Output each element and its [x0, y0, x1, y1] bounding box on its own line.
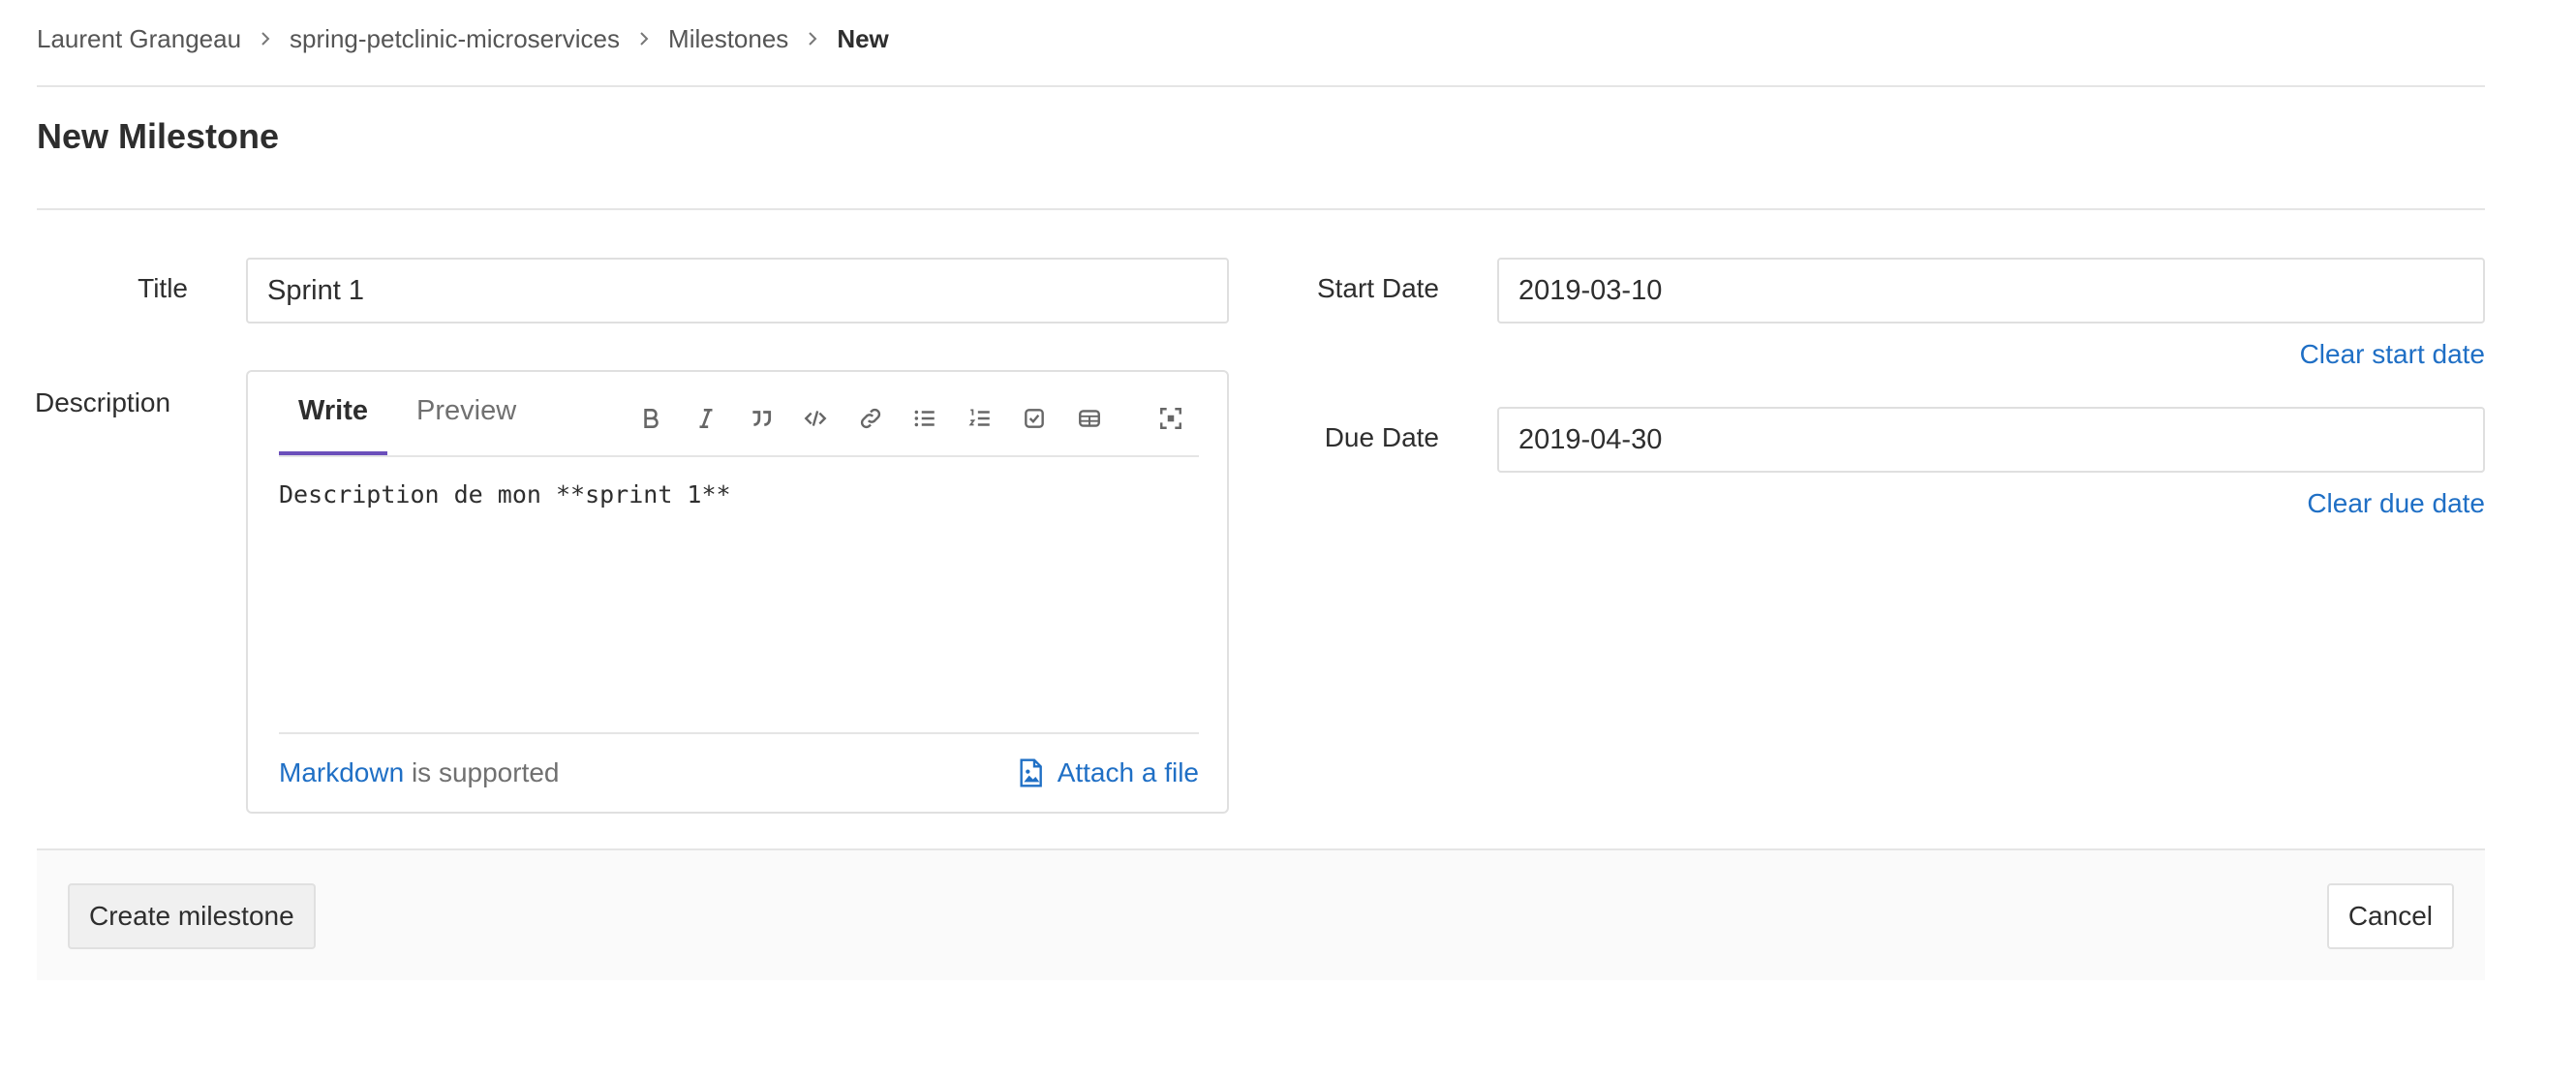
form-actions: Create milestone Cancel — [37, 848, 2485, 980]
code-icon[interactable] — [798, 401, 833, 436]
italic-icon[interactable] — [689, 401, 723, 436]
fullscreen-icon[interactable] — [1153, 401, 1188, 436]
attach-file-button[interactable]: Attach a file — [1015, 757, 1199, 788]
header-divider — [37, 85, 2485, 87]
chevron-right-icon — [637, 30, 651, 47]
tab-write[interactable]: Write — [279, 395, 387, 455]
title-divider — [37, 208, 2485, 210]
markdown-note: Markdown is supported — [279, 757, 560, 788]
numbered-list-icon[interactable] — [963, 401, 997, 436]
quote-icon[interactable] — [744, 401, 779, 436]
title-input[interactable] — [246, 258, 1229, 324]
due-date-input[interactable] — [1497, 407, 2485, 473]
markdown-suffix: is supported — [404, 757, 560, 787]
due-date-label: Due Date — [1324, 422, 1439, 452]
page: Laurent Grangeau spring-petclinic-micros… — [0, 0, 2576, 1079]
table-icon[interactable] — [1072, 401, 1107, 436]
cancel-button[interactable]: Cancel — [2326, 883, 2454, 949]
task-list-icon[interactable] — [1017, 401, 1052, 436]
breadcrumb-item-owner[interactable]: Laurent Grangeau — [37, 24, 241, 54]
page-title: New Milestone — [37, 116, 280, 156]
markdown-link[interactable]: Markdown — [279, 757, 404, 787]
start-date-input[interactable] — [1497, 258, 2485, 324]
title-label: Title — [138, 273, 188, 303]
link-icon[interactable] — [853, 401, 888, 436]
description-editor: Write Preview Description de mon **sprin… — [246, 370, 1229, 814]
image-file-icon — [1020, 758, 1042, 787]
bold-icon[interactable] — [633, 401, 668, 436]
breadcrumb-item-milestones[interactable]: Milestones — [668, 24, 788, 54]
chevron-right-icon — [259, 30, 272, 47]
chevron-right-icon — [806, 30, 819, 47]
description-label: Description — [35, 387, 171, 417]
breadcrumb: Laurent Grangeau spring-petclinic-micros… — [37, 21, 889, 56]
breadcrumb-item-project[interactable]: spring-petclinic-microservices — [290, 24, 620, 54]
start-date-label: Start Date — [1316, 273, 1439, 303]
tab-preview[interactable]: Preview — [397, 395, 536, 455]
attach-file-label: Attach a file — [1057, 757, 1199, 787]
editor-tabs: Write Preview — [279, 372, 1199, 457]
editor-footer: Markdown is supported Attach a file — [279, 732, 1199, 814]
breadcrumb-current: New — [837, 23, 889, 53]
clear-start-date-link[interactable]: Clear start date — [2300, 339, 2485, 370]
description-textarea[interactable]: Description de mon **sprint 1** — [279, 477, 1199, 699]
create-milestone-button[interactable]: Create milestone — [68, 883, 316, 949]
bullet-list-icon[interactable] — [907, 401, 942, 436]
clear-due-date-link[interactable]: Clear due date — [2307, 488, 2485, 519]
